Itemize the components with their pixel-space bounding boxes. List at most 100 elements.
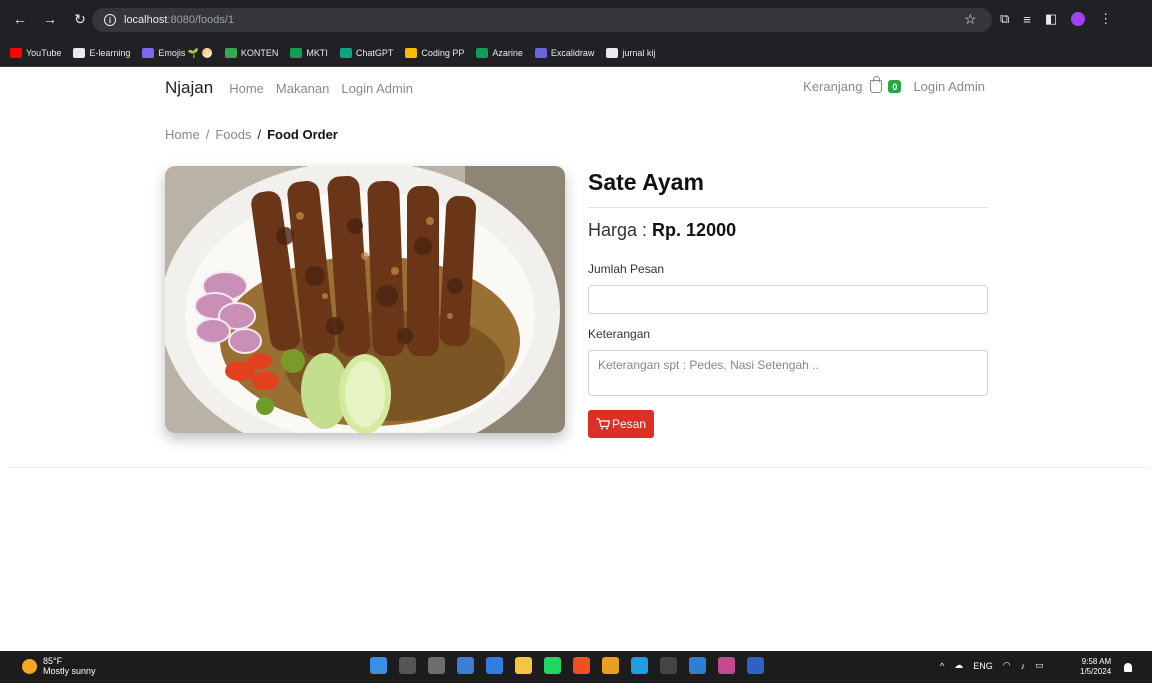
bookmark-label: jurnal kij [622,48,656,58]
bookmark-item[interactable]: Excalidraw [534,48,595,58]
bookmark-label: YouTube [26,48,62,58]
bookmark-item[interactable]: Coding PP [405,48,464,58]
bookmark-item[interactable]: jurnal kij [606,48,655,58]
taskbar-apps [370,657,764,674]
breadcrumb-foods[interactable]: Foods [215,127,251,142]
clock-time: 9:58 AM [1081,657,1112,666]
wifi-icon[interactable]: ◠ [1003,660,1011,671]
chrome-profile-icon[interactable] [718,657,735,674]
address-bar[interactable]: i localhost :8080/foods/1 [92,8,992,32]
browser-actions: ⧉ ≡ ◧ ⋮ [1000,11,1112,27]
bookmark-item[interactable]: Azarine [476,48,523,58]
order-button-label: Pesan [612,417,647,431]
breadcrumb-home[interactable]: Home [165,127,200,142]
food-image [165,166,565,433]
chrome-icon[interactable] [602,657,619,674]
spotify-icon[interactable] [544,657,561,674]
food-name: Sate Ayam [588,169,704,195]
bookmark-label: Coding PP [421,48,465,58]
bookmark-favicon-icon [339,48,352,58]
browser-toolbar: ← → ↻ i localhost :8080/foods/1 ☆ ⧉ ≡ ◧ … [0,0,1152,40]
title-divider [588,207,988,208]
bookmark-label: Excalidraw [550,48,595,58]
terminal-icon[interactable] [660,657,677,674]
food-price: Harga : Rp. 12000 [588,220,988,244]
browser-nav: ← → ↻ [12,11,88,27]
cloud-icon[interactable]: ☁ [954,660,963,671]
bookmark-favicon-icon [534,48,547,58]
food-detail: Sate Ayam Harga : Rp. 12000 Jumlah Pesan… [588,166,988,438]
bookmark-item[interactable]: ChatGPT [339,48,394,58]
search-icon[interactable] [399,657,416,674]
order-button[interactable]: Pesan [588,410,655,438]
windows-start-icon[interactable] [370,657,387,674]
sun-icon [22,658,37,674]
bookmark-label: MKTI [306,48,328,58]
bookmark-label: KONTEN [240,48,279,58]
bookmark-star-icon[interactable]: ☆ [964,11,977,28]
footer-divider [8,467,1148,468]
nav-login-admin-right[interactable]: Login Admin [913,79,985,94]
bookmark-item[interactable]: MKTI [290,48,328,58]
cart-count-badge: 0 [888,80,902,93]
extensions-icon[interactable]: ⧉ [1000,11,1009,27]
clock[interactable]: 9:58 AM 1/5/2024 [1080,657,1111,677]
price-label: Harga : [588,220,648,240]
bookmark-label: Azarine [492,48,523,58]
cart-link[interactable]: Keranjang [803,79,862,94]
bookmark-favicon-icon [606,48,619,58]
notification-bell-icon[interactable] [1124,663,1132,672]
bookmark-favicon-icon [476,48,489,58]
qty-input[interactable] [588,285,988,314]
bookmark-label: ChatGPT [355,48,394,58]
page-content: Njajan Home Makanan Login Admin Keranjan… [0,67,1152,650]
reload-icon[interactable]: ↻ [72,11,88,27]
shopping-bag-icon[interactable] [870,76,883,93]
weather-widget[interactable]: 85°F Mostly sunny [22,656,96,676]
sidebar-icon[interactable]: ◧ [1045,11,1057,27]
weather-temp: 85°F [43,656,63,666]
nav-right: Keranjang 0 Login Admin [803,76,985,94]
profile-avatar[interactable] [1071,12,1086,26]
brand-logo[interactable]: Njajan [165,78,213,98]
note-textarea[interactable] [588,350,988,396]
battery-icon[interactable]: ▭ [1035,660,1044,671]
bookmark-favicon-icon [142,48,155,58]
qty-label: Jumlah Pesan [588,262,665,276]
figma-icon[interactable] [573,657,590,674]
menu-icon[interactable]: ⋮ [1099,11,1112,27]
breadcrumb-separator: / [257,127,262,142]
vscode-icon[interactable] [689,657,706,674]
clock-date: 1/5/2024 [1080,667,1112,676]
word-icon[interactable] [747,657,764,674]
bookmark-favicon-icon [73,48,86,58]
bookmark-item[interactable]: YouTube [10,48,61,58]
url-path: :8080/foods/1 [167,14,235,26]
breadcrumb-current: Food Order [267,127,338,142]
bookmark-favicon-icon [405,48,418,58]
breadcrumb: Home / Foods / Food Order [165,127,338,142]
edge-icon[interactable] [631,657,648,674]
nav-makanan[interactable]: Makanan [276,81,329,96]
volume-icon[interactable]: ♪ [1021,661,1026,671]
forward-icon[interactable]: → [42,11,58,27]
site-info-icon[interactable]: i [104,14,116,26]
language-indicator[interactable]: ENG [973,661,993,671]
price-value: Rp. 12000 [652,220,737,240]
media-icon[interactable]: ≡ [1023,12,1031,27]
url-host: localhost [124,14,168,26]
bookmark-item[interactable]: KONTEN [224,48,279,58]
bookmark-favicon-icon [290,48,303,58]
weather-desc: Mostly sunny [43,666,96,676]
nav-login-admin[interactable]: Login Admin [341,81,413,96]
bookmark-item[interactable]: Emojis 🌱 🌕 [142,48,213,59]
task-view-icon[interactable] [428,657,445,674]
bookmark-item[interactable]: E-learning [73,48,130,58]
chevron-up-icon[interactable]: ^ [940,661,944,671]
nav-home[interactable]: Home [229,81,264,96]
todo-app-icon[interactable] [486,657,503,674]
calendar-app-icon[interactable] [457,657,474,674]
file-explorer-icon[interactable] [515,657,532,674]
system-tray: ^ ☁ ENG ◠ ♪ ▭ [940,660,1044,671]
back-icon[interactable]: ← [12,11,28,27]
